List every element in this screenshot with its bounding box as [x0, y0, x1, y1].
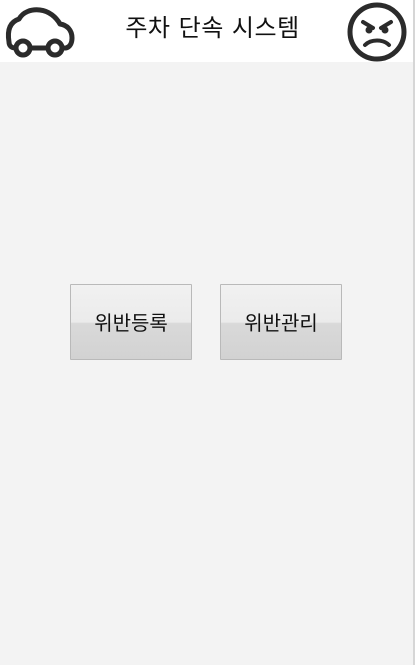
app-header: 주차 단속 시스템	[0, 0, 413, 62]
violation-manage-button[interactable]: 위반관리	[220, 284, 342, 360]
angry-face-icon	[347, 2, 407, 62]
violation-register-button[interactable]: 위반등록	[70, 284, 192, 360]
app-screen: 주차 단속 시스템 위반등록 위반관리	[0, 0, 413, 665]
